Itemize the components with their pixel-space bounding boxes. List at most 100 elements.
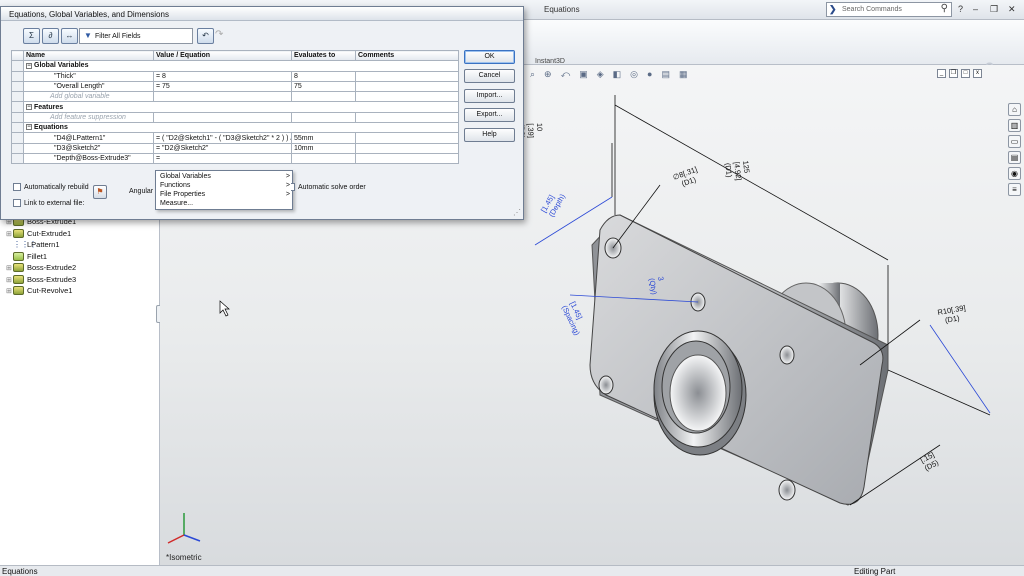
column-header-comments[interactable]: Comments [355,49,459,62]
menu-item-label: Measure... [160,200,194,207]
mouse-cursor-icon [219,300,230,317]
column-header-evaluates[interactable]: Evaluates to [291,49,356,62]
tree-item-boss-extrude2[interactable]: ⊞ Boss-Extrude2 [6,262,76,273]
dimension-view-icon[interactable]: ↔ [61,28,78,44]
file-explorer-icon[interactable]: ▭ [1008,135,1021,148]
cell-comment[interactable] [355,142,459,154]
restore-icon[interactable]: ❐ [990,4,998,15]
section-equations[interactable]: − Equations [11,122,459,134]
menu-item-functions[interactable]: Functions > [160,182,290,189]
close-icon[interactable]: ✕ [1008,4,1016,15]
filter-all-fields-input[interactable]: ▼ Filter All Fields [79,28,193,44]
resize-grip-icon[interactable]: ⋰ [513,208,521,217]
dialog-title-bar[interactable]: Equations, Global Variables, and Dimensi… [1,7,523,21]
collapse-icon[interactable]: − [26,62,32,69]
section-features[interactable]: − Features [11,101,459,113]
equations-dialog[interactable]: Equations, Global Variables, and Dimensi… [0,6,524,220]
auto-rebuild-checkbox[interactable]: Automatically rebuild [13,183,89,191]
ok-button[interactable]: OK [464,50,515,64]
expand-icon[interactable]: ⊞ [6,287,13,295]
auto-solve-order-checkbox[interactable]: Automatic solve order [291,183,366,191]
dim-d10[interactable]: 10 [535,123,544,132]
help-button[interactable]: Help [464,128,515,142]
cell-comment[interactable] [355,70,459,82]
angular-units-label: Angular [129,188,154,195]
cell-evaluates: 75 [291,80,356,93]
table-row[interactable]: "D3@Sketch2" = "D2@Sketch2" 10mm [11,142,459,154]
tree-item-label: LPattern1 [27,240,60,249]
add-global-variable-hint[interactable]: Add global variable [23,91,154,103]
minimize-icon[interactable]: – [973,4,978,14]
expand-icon[interactable]: ⊞ [6,264,13,272]
search-commands-input[interactable]: ❯ Search Commands ⚲ [826,2,952,17]
menu-item-file-properties[interactable]: File Properties > [160,191,290,198]
menu-item-global-variables[interactable]: Global Variables > [160,173,290,180]
equation-view-icon[interactable]: Σ [23,28,40,44]
checkbox-label: Automatic solve order [298,183,366,191]
cell-value[interactable]: = "D2@Sketch2" [153,142,292,154]
menu-item-measure[interactable]: Measure... [160,200,290,207]
instant3d-button[interactable]: Instant3D [535,58,565,65]
search-options-icon[interactable]: ❯ [829,4,837,15]
menu-item-label: File Properties [160,191,206,198]
cell-evaluates [291,152,356,165]
cell-name[interactable]: "Thick" [23,70,154,82]
cell-evaluates: 8 [291,70,356,82]
custom-properties-icon[interactable]: ≡ [1008,183,1021,196]
cell-value[interactable]: = ( "D2@Sketch1" - ( "D3@Sketch2" * 2 ) … [153,132,292,144]
link-external-file-checkbox[interactable]: Link to external file: [13,199,84,207]
cancel-button[interactable]: Cancel [464,69,515,83]
cell-comment[interactable] [355,152,459,165]
cell-value-editing[interactable]: = [153,152,292,165]
cell-value[interactable]: = 8 [153,70,292,82]
export-button[interactable]: Export... [464,108,515,122]
add-global-row[interactable]: Add global variable [11,91,459,103]
cell-name[interactable]: "D3@Sketch2" [23,142,154,154]
view-orientation-label: *Isometric [166,553,202,562]
table-row[interactable]: "Thick" = 8 8 [11,70,459,82]
sketch-equation-view-icon[interactable]: ∂ [42,28,59,44]
add-feature-row[interactable]: Add feature suppression [11,111,459,124]
tree-item-lpattern1[interactable]: ⋮⋮⋮ LPattern1 [6,239,60,250]
collapse-icon[interactable]: − [26,124,32,131]
tree-item-cut-extrude1[interactable]: ⊞ Cut-Extrude1 [6,228,71,239]
search-icon[interactable]: ⚲ [941,3,948,14]
cell-name[interactable]: "Overall Length" [23,80,154,93]
resources-icon[interactable]: ⌂ [1008,103,1021,116]
cell-name[interactable]: "Depth@Boss-Extrude3" [23,152,154,165]
import-button[interactable]: Import... [464,89,515,103]
cell-comment[interactable] [355,80,459,93]
column-header-name[interactable]: Name [23,49,154,62]
tree-item-cut-revolve1[interactable]: ⊞ Cut-Revolve1 [6,285,72,296]
view-palette-icon[interactable]: ▤ [1008,151,1021,164]
tree-item-fillet1[interactable]: Fillet1 [6,251,47,262]
status-bar: Equations Editing Part [0,565,1024,576]
expand-icon[interactable]: ⊞ [6,230,13,238]
equation-insert-menu[interactable]: Global Variables > Functions > File Proper… [155,170,293,210]
revolve-cut-icon [13,286,24,295]
submenu-arrow-icon: > [285,191,290,198]
table-row-editing[interactable]: "Depth@Boss-Extrude3" = [11,152,459,165]
collapse-icon[interactable]: − [26,103,32,110]
table-row[interactable]: "D4@LPattern1" = ( "D2@Sketch1" - ( "D3@… [11,132,459,144]
redo-icon[interactable]: ↷ [215,29,223,40]
checkbox-box[interactable] [13,199,21,207]
submenu-arrow-icon: > [285,182,290,189]
table-row[interactable]: "Overall Length" = 75 75 [11,80,459,93]
checkbox-box[interactable] [291,183,295,191]
task-pane-tabs: ⌂ ▥ ▭ ▤ ◉ ≡ [1008,103,1022,203]
checkbox-box[interactable] [13,183,21,191]
cell-comment[interactable] [355,132,459,144]
appearances-icon[interactable]: ◉ [1008,167,1021,180]
expand-icon[interactable]: ⊞ [6,276,13,284]
add-feature-suppression-hint[interactable]: Add feature suppression [23,111,154,124]
section-global-variables[interactable]: − Global Variables [11,60,459,72]
cell-name[interactable]: "D4@LPattern1" [23,132,154,144]
help-icon[interactable]: ? [958,4,963,14]
tree-item-boss-extrude3[interactable]: ⊞ Boss-Extrude3 [6,274,76,285]
cell-value[interactable]: = 75 [153,80,292,93]
design-library-icon[interactable]: ▥ [1008,119,1021,132]
undo-icon[interactable]: ↶ [197,28,214,44]
rebuild-icon[interactable]: ⚑ [93,185,107,199]
column-header-value[interactable]: Value / Equation [153,49,292,62]
